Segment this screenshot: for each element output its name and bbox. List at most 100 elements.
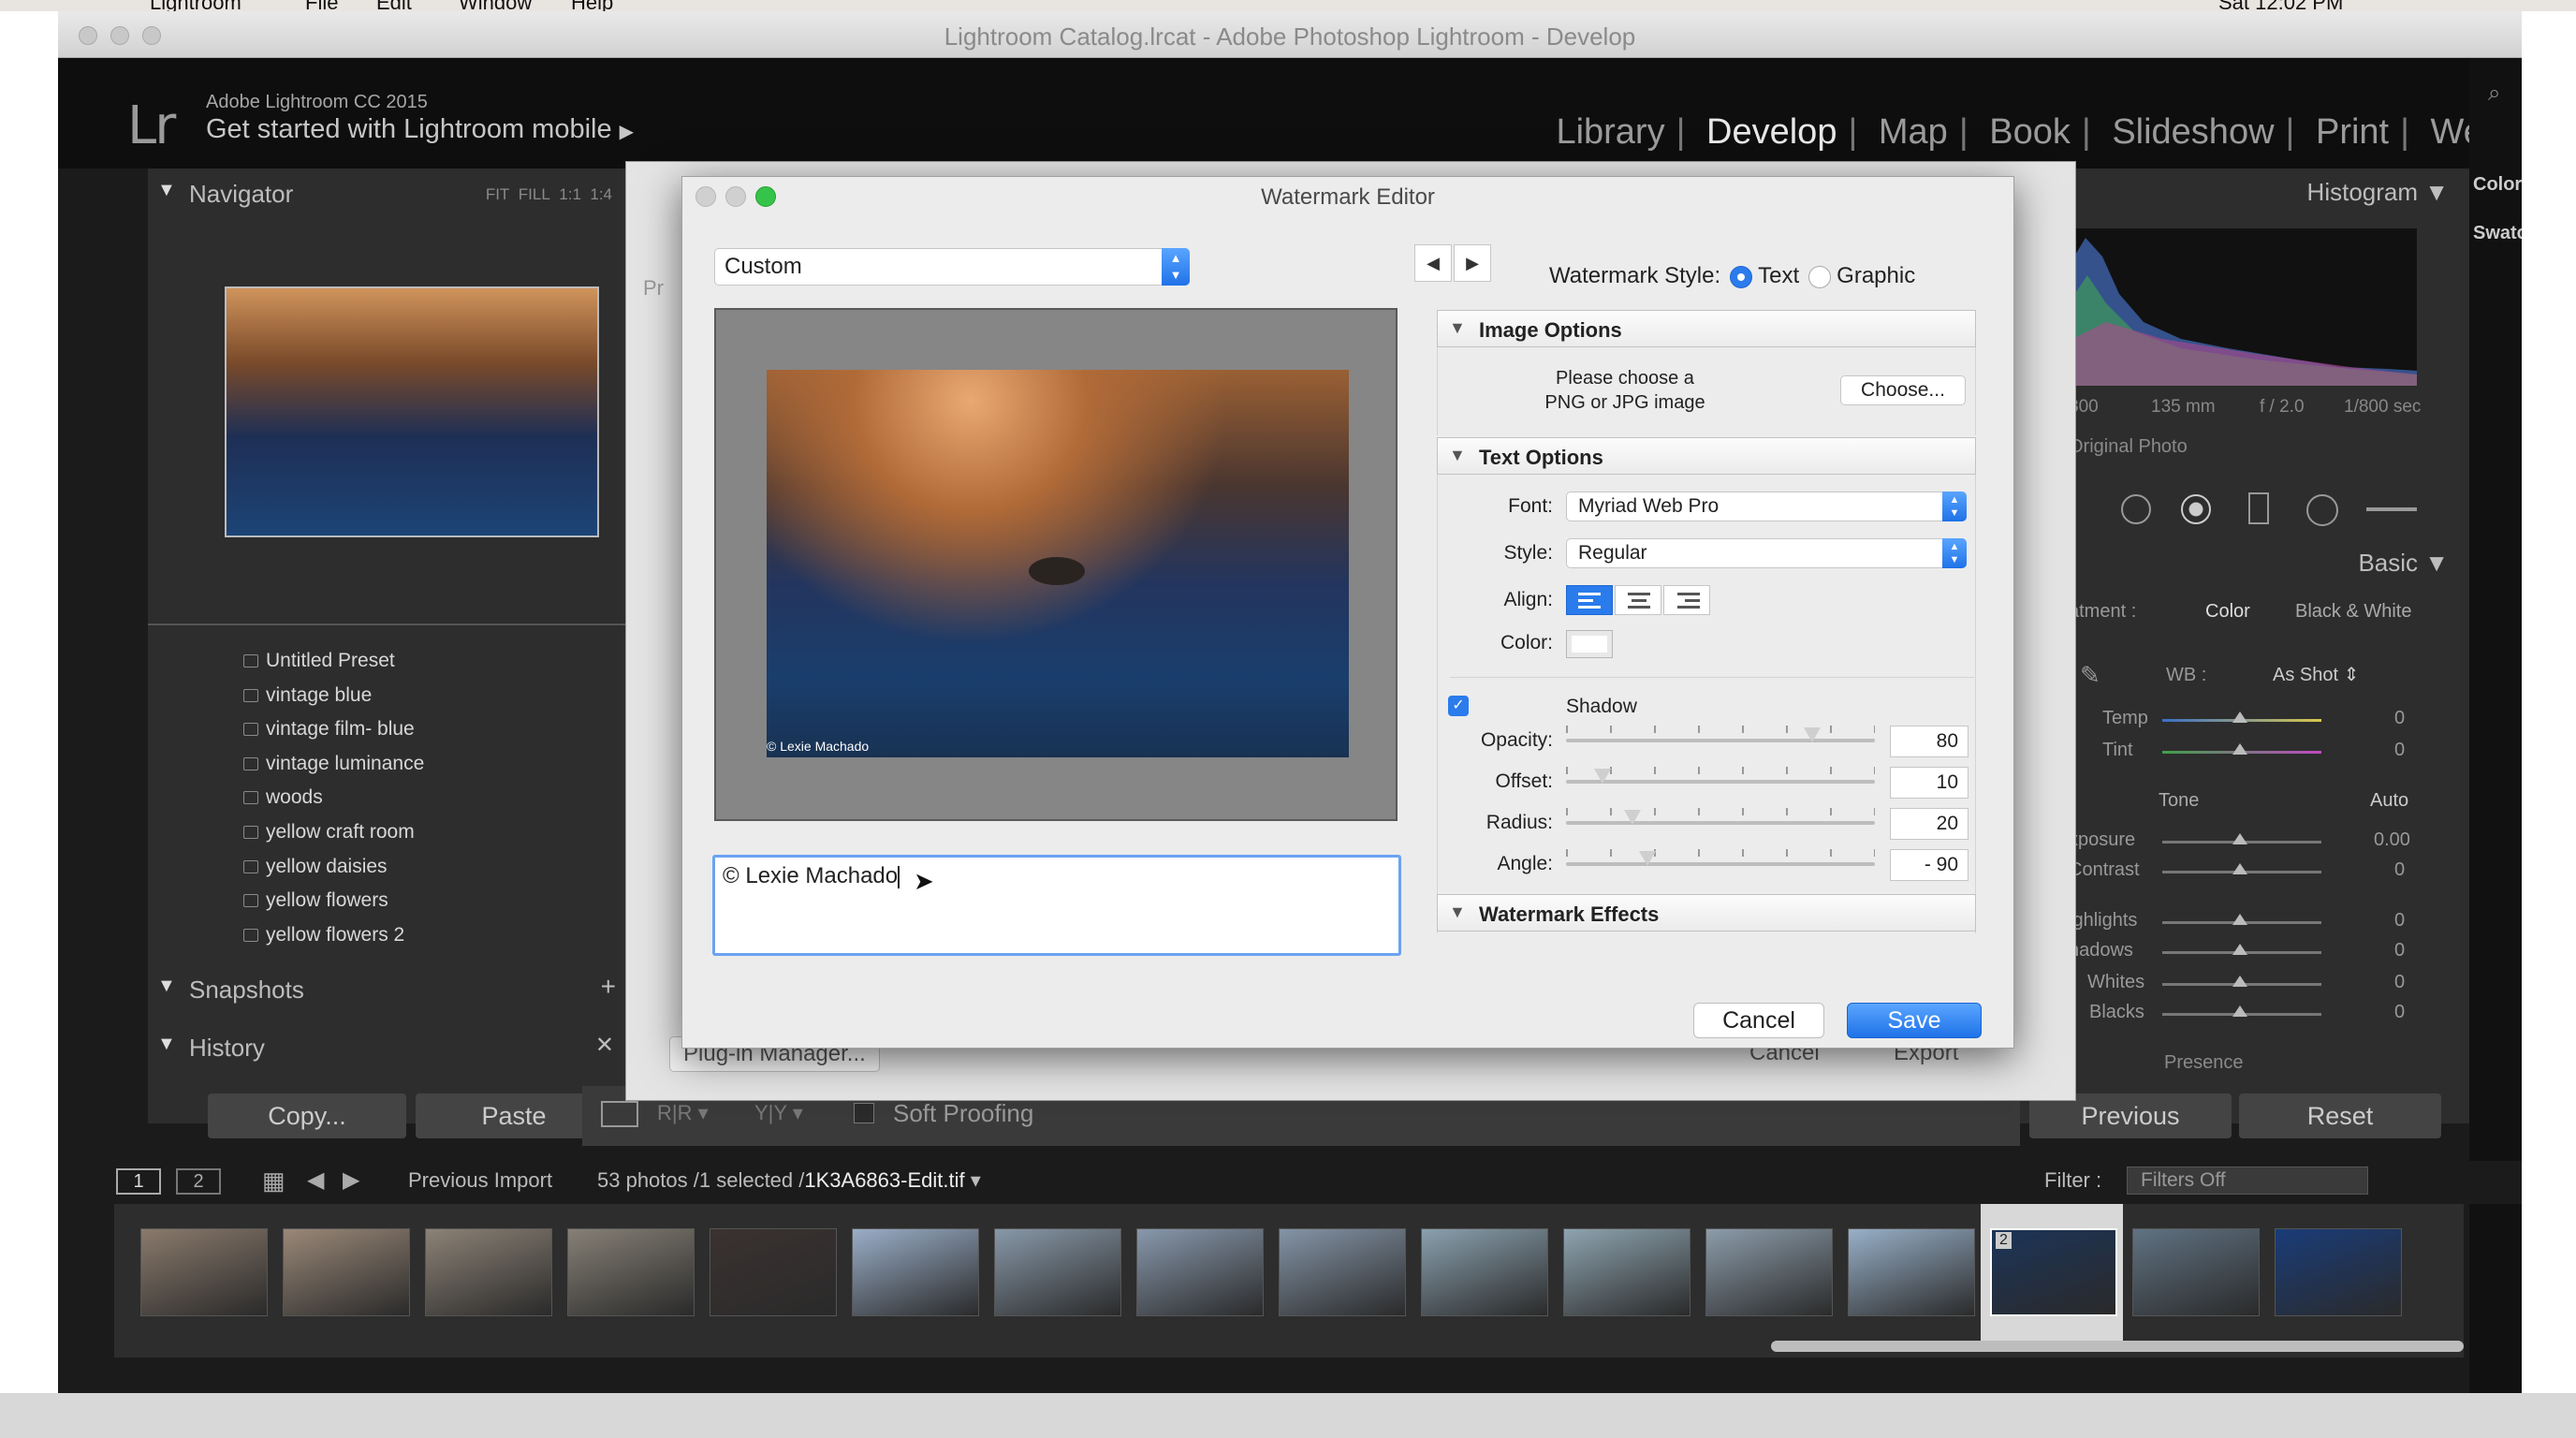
offset-slider-knob[interactable]	[1594, 769, 1611, 784]
back-arrow-icon[interactable]: ◀	[307, 1167, 324, 1194]
zoom-fill[interactable]: FILL	[519, 185, 550, 203]
clear-history-icon[interactable]: ✕	[595, 1032, 614, 1059]
filmstrip-thumbnail[interactable]	[2132, 1228, 2260, 1316]
temp-slider-thumb[interactable]	[2232, 712, 2247, 723]
cancel-button[interactable]: Cancel	[1693, 1003, 1824, 1038]
color-swatch[interactable]	[1566, 630, 1613, 658]
filmstrip-thumbnail[interactable]	[1705, 1228, 1833, 1316]
blacks-slider-thumb[interactable]	[2232, 1005, 2247, 1017]
offset-slider[interactable]	[1566, 767, 1875, 784]
auto-tone-button[interactable]: Auto	[2370, 790, 2408, 812]
filmstrip-thumbnail[interactable]	[852, 1228, 979, 1316]
filmstrip-thumbnail[interactable]	[1136, 1228, 1264, 1316]
tint-slider-thumb[interactable]	[2232, 743, 2247, 755]
image-options-header[interactable]: ▼ Image Options	[1437, 310, 1976, 347]
module-print[interactable]: Print	[2316, 112, 2389, 152]
add-snapshot-icon[interactable]: +	[601, 972, 616, 1002]
preset-item[interactable]: woods	[213, 781, 625, 815]
red-eye-icon[interactable]	[2181, 494, 2211, 524]
navigator-preview[interactable]	[225, 286, 599, 537]
exposure-slider-thumb[interactable]	[2232, 833, 2247, 844]
soft-proofing-checkbox[interactable]	[854, 1103, 874, 1123]
opacity-slider-knob[interactable]	[1804, 727, 1821, 742]
filmstrip-thumbnail[interactable]	[425, 1228, 552, 1316]
mobile-prompt-link[interactable]: Get started with Lightroom mobile ▶	[206, 114, 634, 145]
style-graphic-radio[interactable]	[1808, 265, 1832, 288]
second-window-button[interactable]: 2	[176, 1168, 221, 1195]
filmstrip-source[interactable]: Previous Import	[408, 1168, 552, 1193]
align-left-button[interactable]	[1566, 585, 1613, 615]
wb-select[interactable]: As Shot ⇕	[2273, 663, 2359, 686]
adjustment-brush-icon[interactable]	[2366, 507, 2417, 511]
zoom-fit[interactable]: FIT	[486, 185, 510, 203]
reset-button[interactable]: Reset	[2239, 1093, 2441, 1138]
temp-value[interactable]: 0	[2394, 708, 2405, 729]
align-center-button[interactable]	[1615, 585, 1661, 615]
treatment-color-option[interactable]: Color	[2205, 601, 2250, 623]
opacity-input[interactable]: 80	[1890, 726, 1969, 757]
filter-select[interactable]: Filters Off	[2127, 1167, 2368, 1195]
forward-arrow-icon[interactable]: ▶	[343, 1167, 359, 1194]
filmstrip-scrollbar[interactable]	[1771, 1341, 2464, 1352]
blacks-value[interactable]: 0	[2394, 1002, 2405, 1023]
preset-item[interactable]: vintage film- blue	[213, 712, 625, 747]
histogram-header[interactable]: Histogram ▼	[2307, 178, 2449, 207]
shadow-checkbox[interactable]: ✓	[1448, 696, 1469, 716]
color-tab[interactable]: Color	[2473, 174, 2522, 196]
swatches-tab[interactable]: Swatche	[2473, 223, 2522, 244]
style-select[interactable]: Regular ▲ ▼	[1566, 538, 1967, 568]
filmstrip-thumbnail[interactable]	[1848, 1228, 1975, 1316]
module-library[interactable]: Library	[1556, 112, 1664, 152]
eyedropper-icon[interactable]: ✎	[2080, 661, 2100, 690]
zoom-1-1[interactable]: 1:1	[559, 185, 581, 203]
watermark-text-input[interactable]: © Lexie Machado ➤	[712, 855, 1401, 956]
text-options-header[interactable]: ▼ Text Options	[1437, 437, 1976, 475]
filmstrip-filename[interactable]: 1K3A6863-Edit.tif	[804, 1168, 964, 1192]
module-slideshow[interactable]: Slideshow	[2112, 112, 2274, 152]
tint-value[interactable]: 0	[2394, 740, 2405, 761]
filmstrip-thumbnail[interactable]	[994, 1228, 1121, 1316]
font-select[interactable]: Myriad Web Pro ▲ ▼	[1566, 492, 1967, 521]
highlights-slider-thumb[interactable]	[2232, 914, 2247, 925]
filmstrip-thumbnail[interactable]	[283, 1228, 410, 1316]
filmstrip-thumbnail[interactable]	[1279, 1228, 1406, 1316]
radius-slider-knob[interactable]	[1624, 810, 1641, 825]
graduated-filter-icon[interactable]	[2248, 492, 2269, 524]
preset-item[interactable]: Untitled Preset	[213, 644, 625, 679]
angle-input[interactable]: - 90	[1890, 849, 1969, 881]
whites-value[interactable]: 0	[2394, 972, 2405, 993]
contrast-value[interactable]: 0	[2394, 859, 2405, 881]
before-after-icon[interactable]: R|R ▾	[657, 1101, 709, 1125]
exposure-value[interactable]: 0.00	[2374, 829, 2410, 851]
filmstrip-thumbnail[interactable]	[710, 1228, 837, 1316]
preset-item[interactable]: vintage luminance	[213, 747, 625, 782]
preset-item[interactable]: yellow daisies	[213, 850, 625, 885]
filmstrip-thumbnail[interactable]	[2275, 1228, 2402, 1316]
opacity-slider[interactable]	[1566, 726, 1875, 742]
loupe-view-icon[interactable]	[601, 1101, 638, 1127]
preset-item[interactable]: yellow flowers	[213, 884, 625, 918]
grid-view-icon[interactable]: ▦	[262, 1167, 285, 1196]
basic-header[interactable]: Basic ▼	[2358, 549, 2449, 578]
filmstrip-thumbnail-selected[interactable]: 2	[1990, 1228, 2117, 1316]
module-map[interactable]: Map	[1879, 112, 1948, 152]
style-text-radio[interactable]	[1730, 265, 1753, 288]
preset-item[interactable]: yellow flowers 2	[213, 918, 625, 953]
angle-slider-knob[interactable]	[1639, 851, 1656, 866]
filmstrip-thumbnail[interactable]	[567, 1228, 695, 1316]
contrast-slider-thumb[interactable]	[2232, 863, 2247, 874]
angle-slider[interactable]	[1566, 849, 1875, 866]
copy-settings-button[interactable]: Copy...	[208, 1093, 406, 1138]
save-button[interactable]: Save	[1847, 1003, 1982, 1038]
preview-watermark-text[interactable]: © Lexie Machado	[767, 739, 869, 754]
spot-removal-icon[interactable]	[2121, 494, 2151, 524]
preset-item[interactable]: yellow craft room	[213, 815, 625, 850]
filmstrip-thumbnail[interactable]	[1563, 1228, 1690, 1316]
shadows-value[interactable]: 0	[2394, 940, 2405, 961]
module-book[interactable]: Book	[1989, 112, 2071, 152]
module-develop[interactable]: Develop	[1706, 112, 1837, 152]
zoom-1-4[interactable]: 1:4	[590, 185, 612, 203]
before-after-split-icon[interactable]: Y|Y ▾	[754, 1101, 803, 1125]
main-window-button[interactable]: 1	[116, 1168, 161, 1195]
watermark-effects-header[interactable]: ▼ Watermark Effects	[1437, 894, 1976, 932]
